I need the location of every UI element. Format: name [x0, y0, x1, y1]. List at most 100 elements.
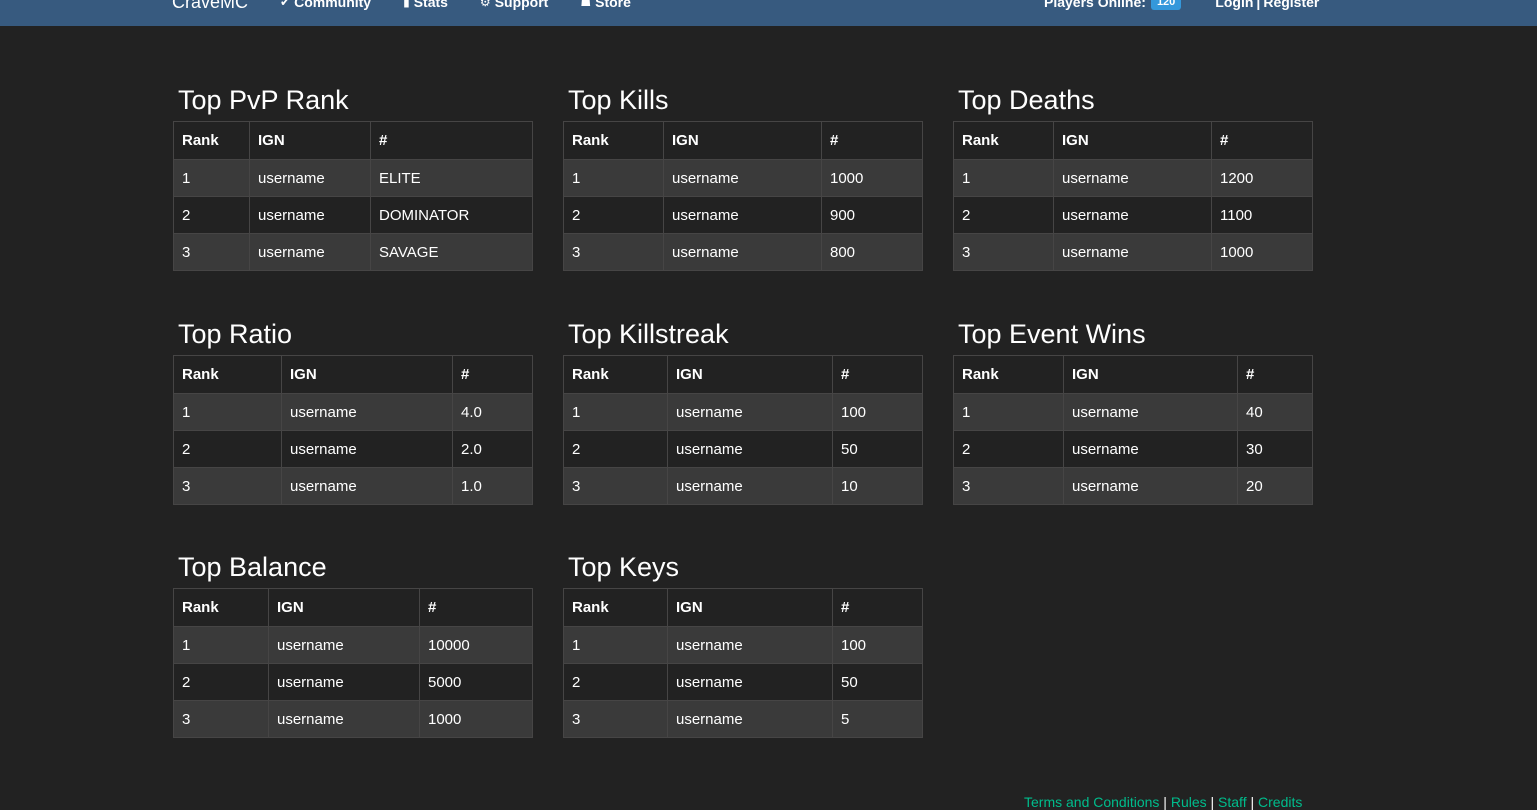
header-ign: IGN — [667, 588, 833, 627]
header-rank: Rank — [173, 355, 282, 394]
nav-support[interactable]: ⚙ Support — [480, 0, 548, 10]
table-row: 2 username 900 — [563, 196, 923, 234]
cell-rank: 2 — [563, 430, 668, 468]
cell-value: 1100 — [1211, 196, 1313, 234]
nav-left: CraveMC ✔ Community ▮ Stats ⚙ Support ☗ … — [172, 0, 663, 13]
cell-ign: username — [1053, 196, 1212, 234]
cell-ign: username — [268, 663, 420, 701]
board-top-killstreak: Top Killstreak Rank IGN # 1 username 100 2… — [563, 317, 923, 505]
cell-ign: username — [667, 626, 833, 664]
header-ign: IGN — [281, 355, 453, 394]
cell-rank: 3 — [563, 233, 664, 271]
board-title: Top PvP Rank — [178, 85, 349, 115]
table-header-row: Rank IGN # — [953, 355, 1313, 394]
leaderboard-table: Rank IGN # 1 username 40 2 username 30 3 user… — [953, 355, 1313, 505]
store-icon: ☗ — [580, 0, 592, 9]
nav-store[interactable]: ☗ Store — [580, 0, 631, 10]
header-ign: IGN — [268, 588, 420, 627]
header-rank: Rank — [563, 121, 664, 160]
table-row: 3 username 10 — [563, 467, 923, 505]
cell-ign: username — [1063, 393, 1238, 431]
cell-value: SAVAGE — [370, 233, 533, 271]
cell-value: 900 — [821, 196, 923, 234]
cell-rank: 1 — [563, 159, 664, 197]
nav-right: Players Online: 120 Login | Register — [1044, 0, 1319, 13]
board-top-ratio: Top Ratio Rank IGN # 1 username 4.0 2 usern… — [173, 317, 533, 505]
footer-terms-link[interactable]: Terms and Conditions — [1024, 794, 1159, 810]
board-top-event-wins: Top Event Wins Rank IGN # 1 username 40 2u… — [953, 317, 1313, 505]
table-row: 3 username SAVAGE — [173, 233, 533, 271]
cell-value: 100 — [832, 393, 923, 431]
cell-value: 5 — [832, 700, 923, 738]
header-rank: Rank — [173, 588, 269, 627]
table-header-row: Rank IGN # — [953, 121, 1313, 160]
table-header-row: Rank IGN # — [563, 588, 923, 627]
cell-value: 1.0 — [452, 467, 533, 505]
check-icon: ✔ — [280, 0, 291, 9]
cell-ign: username — [1053, 233, 1212, 271]
footer-credits-link[interactable]: Credits — [1258, 794, 1302, 810]
header-rank: Rank — [953, 355, 1064, 394]
cell-ign: username — [667, 430, 833, 468]
cell-rank: 3 — [563, 700, 668, 738]
table-row: 3 username 1000 — [173, 700, 533, 738]
register-link[interactable]: Register — [1263, 0, 1319, 10]
leaderboard-table: Rank IGN # 1 username ELITE 2 username DOMIN… — [173, 121, 533, 271]
brand-logo[interactable]: CraveMC — [172, 0, 248, 13]
header-value: # — [832, 588, 923, 627]
cell-value: 40 — [1237, 393, 1313, 431]
nav-store-label: Store — [595, 0, 631, 10]
footer-separator: | — [1210, 794, 1215, 810]
leaderboard-table: Rank IGN # 1 username 10000 2 username 5000 … — [173, 588, 533, 738]
table-header-row: Rank IGN # — [173, 355, 533, 394]
cell-value: 1200 — [1211, 159, 1313, 197]
nav-support-label: Support — [494, 0, 549, 10]
board-top-pvp-rank: Top PvP Rank Rank IGN # 1 username ELITE 2… — [173, 83, 533, 271]
table-row: 1 username 100 — [563, 393, 923, 431]
board-title: Top Killstreak — [568, 319, 729, 349]
cell-rank: 2 — [173, 663, 269, 701]
board-title: Top Balance — [178, 552, 327, 582]
cell-value: 50 — [832, 663, 923, 701]
cell-rank: 1 — [173, 393, 282, 431]
header-rank: Rank — [953, 121, 1054, 160]
nav-stats[interactable]: ▮ Stats — [403, 0, 448, 10]
footer-rules-link[interactable]: Rules — [1171, 794, 1207, 810]
cell-rank: 1 — [563, 626, 668, 664]
table-row: 1 username 1000 — [563, 159, 923, 197]
cell-rank: 1 — [953, 393, 1064, 431]
cell-rank: 2 — [173, 196, 250, 234]
cell-value: 1000 — [419, 700, 533, 738]
board-top-deaths: Top Deaths Rank IGN # 1 username 1200 2 use… — [953, 83, 1313, 271]
table-row: 2 username 30 — [953, 430, 1313, 468]
header-rank: Rank — [173, 121, 250, 160]
support-icon: ⚙ — [479, 0, 491, 9]
header-rank: Rank — [563, 588, 668, 627]
header-value: # — [452, 355, 533, 394]
cell-ign: username — [663, 159, 822, 197]
leaderboard-table: Rank IGN # 1 username 1000 2 username 900 3 u… — [563, 121, 923, 271]
nav-community[interactable]: ✔ Community — [280, 0, 371, 10]
players-online-label: Players Online: — [1044, 0, 1146, 10]
footer-staff-link[interactable]: Staff — [1218, 794, 1247, 810]
leaderboard-table: Rank IGN # 1 username 100 2 username 50 3 use… — [563, 355, 923, 505]
login-link[interactable]: Login — [1215, 0, 1253, 10]
leaderboard-table: Rank IGN # 1 username 4.0 2 username 2.0 3 us… — [173, 355, 533, 505]
table-row: 3 username 5 — [563, 700, 923, 738]
header-value: # — [832, 355, 923, 394]
cell-value: 10000 — [419, 626, 533, 664]
table-row: 2 username 5000 — [173, 663, 533, 701]
cell-rank: 3 — [173, 233, 250, 271]
table-header-row: Rank IGN # — [173, 121, 533, 160]
cell-ign: username — [249, 233, 371, 271]
players-online-badge: 120 — [1150, 0, 1182, 10]
cell-value: 2.0 — [452, 430, 533, 468]
header-value: # — [821, 121, 923, 160]
header-value: # — [1237, 355, 1313, 394]
top-navbar: CraveMC ✔ Community ▮ Stats ⚙ Support ☗ … — [0, 0, 1537, 26]
cell-rank: 3 — [173, 700, 269, 738]
header-ign: IGN — [663, 121, 822, 160]
auth-separator: | — [1256, 0, 1261, 10]
cell-value: 30 — [1237, 430, 1313, 468]
cell-rank: 2 — [563, 196, 664, 234]
